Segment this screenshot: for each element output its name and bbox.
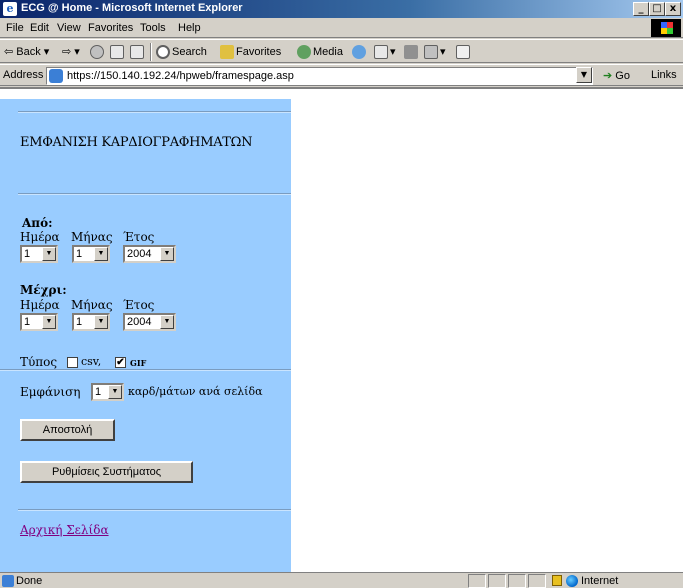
from-year-select[interactable]: 2004 ▼ [123,245,176,263]
chevron-down-icon: ▼ [94,247,108,261]
from-day-select[interactable]: 1 ▼ [20,245,58,263]
title-bar: e ECG @ Home - Microsoft Internet Explor… [0,0,683,18]
media-icon [297,45,311,60]
search-button[interactable]: Search [156,44,207,60]
divider [18,509,291,511]
to-day-label: Ημέρα [20,298,60,312]
forward-button[interactable]: ⇨ ▾ [62,44,80,60]
toolbar-separator [150,43,152,61]
system-settings-button[interactable]: Ρυθμίσεις Συστήματος [20,461,193,483]
chevron-down-icon: ▼ [42,315,56,329]
window-title: ECG @ Home - Microsoft Internet Explorer [21,2,243,14]
browser-window: e ECG @ Home - Microsoft Internet Explor… [0,0,683,588]
ie-icon: e [3,2,17,16]
per-page-select[interactable]: 1 ▼ [91,383,124,401]
home-page-link[interactable]: Αρχική Σελίδα [20,523,109,537]
gif-checkbox[interactable]: ✔ [115,357,126,368]
chevron-down-icon: ▼ [94,315,108,329]
address-input[interactable]: https://150.140.192.24/hpweb/framespage.… [46,67,593,85]
menu-file[interactable]: File [6,22,24,34]
address-label: Address [3,69,44,81]
search-icon [156,45,170,60]
menu-tools[interactable]: Tools [140,22,166,34]
to-year-select[interactable]: 2004 ▼ [123,313,176,331]
from-label: Από: [22,216,53,230]
links-button[interactable]: Links [651,69,677,81]
address-dropdown-button[interactable]: ▼ [576,67,592,83]
status-cell [508,574,526,588]
submit-button[interactable]: Αποστολή [20,419,115,441]
history-icon[interactable] [352,44,368,60]
status-cell [528,574,546,588]
status-text: Done [16,575,43,587]
divider [18,111,291,113]
menu-view[interactable]: View [57,22,81,34]
gif-label: GIF [130,358,147,368]
menu-favorites[interactable]: Favorites [88,22,133,34]
toolbar: ⇦ Back ▾ ⇨ ▾ Search Favorites Media ▾ ▾ [0,39,683,63]
menu-bar: File Edit View Favorites Tools Help [0,18,683,38]
home-icon[interactable] [130,44,146,60]
show-label: Εμφάνιση [20,385,81,399]
to-label: Μέχρι: [20,283,67,297]
from-month-select[interactable]: 1 ▼ [72,245,110,263]
per-page-suffix: καρδ/μάτων ανά σελίδα [128,385,263,398]
menu-edit[interactable]: Edit [30,22,49,34]
address-url[interactable]: https://150.140.192.24/hpweb/framespage.… [67,70,294,82]
chevron-down-icon: ▼ [42,247,56,261]
refresh-icon[interactable] [110,44,126,60]
go-arrow-icon: ➔ [603,70,613,82]
media-button[interactable]: Media [297,44,343,60]
from-year-label: Έτος [123,230,155,244]
to-month-select[interactable]: 1 ▼ [72,313,110,331]
edit-icon[interactable]: ▾ [424,44,446,60]
chevron-down-icon: ▼ [160,247,174,261]
minimize-button[interactable]: _ [633,2,649,16]
chevron-down-icon: ▼ [108,385,122,399]
page-content: ΕΜΦΑΝΙΣΗ ΚΑΡΔΙΟΓΡΑΦΗΜΑΤΩΝ Από: Ημέρα Μήν… [0,87,683,574]
close-button[interactable]: x [665,2,681,16]
status-bar: Done Internet [0,572,683,588]
right-frame [291,99,683,574]
page-title: ΕΜΦΑΝΙΣΗ ΚΑΡΔΙΟΓΡΑΦΗΜΑΤΩΝ [20,135,253,150]
from-month-label: Μήνας [71,230,113,244]
mail-icon[interactable]: ▾ [374,44,396,60]
type-label: Τύπος [20,355,58,369]
menu-help[interactable]: Help [178,22,201,34]
csv-checkbox[interactable] [67,357,78,368]
stop-icon[interactable] [90,44,106,60]
divider [18,193,291,195]
csv-label: csv, [81,355,102,368]
zone-text: Internet [581,575,619,587]
to-year-label: Έτος [123,298,155,312]
to-month-label: Μήνας [71,298,113,312]
internet-zone-icon [566,575,578,587]
divider [0,369,291,371]
page-icon [49,69,63,83]
from-day-label: Ημέρα [20,230,60,244]
maximize-button[interactable]: □ [649,2,665,16]
favorites-icon [220,45,234,60]
left-frame: ΕΜΦΑΝΙΣΗ ΚΑΡΔΙΟΓΡΑΦΗΜΑΤΩΝ Από: Ημέρα Μήν… [0,99,291,574]
go-button[interactable]: ➔ Go [603,69,630,82]
back-button[interactable]: ⇦ Back ▾ [4,44,49,60]
favorites-button[interactable]: Favorites [220,44,281,60]
print-icon[interactable] [404,44,420,60]
windows-logo-icon [651,19,681,37]
page-icon [2,575,14,587]
to-day-select[interactable]: 1 ▼ [20,313,58,331]
status-cell [468,574,486,588]
address-bar: Address https://150.140.192.24/hpweb/fra… [0,64,683,86]
chevron-down-icon: ▼ [160,315,174,329]
discuss-icon[interactable] [456,44,472,60]
lock-icon [552,575,562,586]
status-cell [488,574,506,588]
